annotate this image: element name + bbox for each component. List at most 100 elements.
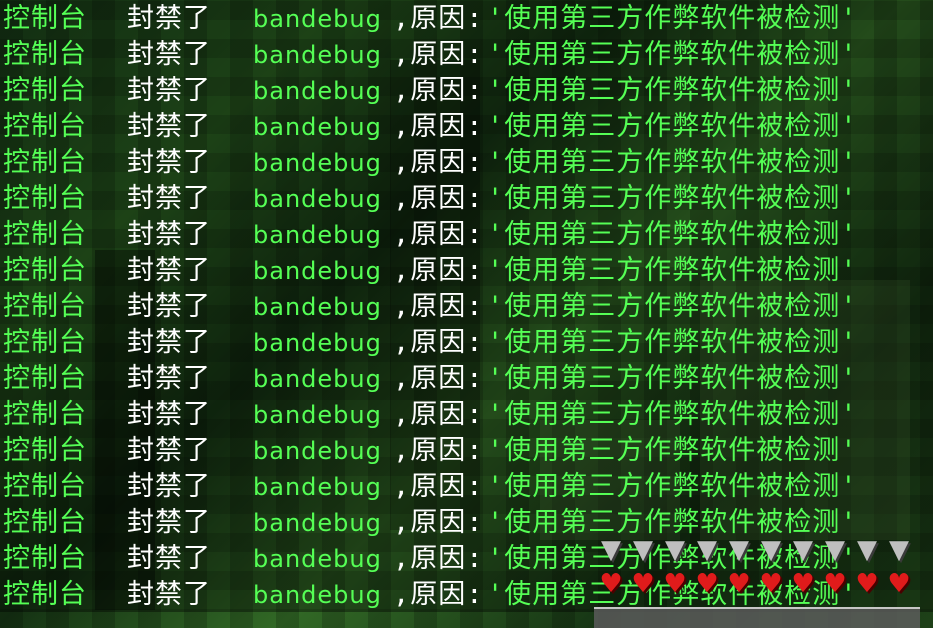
- chat-player-name: bandebug: [253, 581, 382, 609]
- chat-action-banned: 封禁了: [127, 291, 211, 322]
- chestplate-icon: ▼: [665, 535, 685, 565]
- chat-action-banned: 封禁了: [127, 75, 211, 106]
- chat-action-banned: 封禁了: [127, 219, 211, 250]
- heart-icon: ♥: [855, 569, 879, 599]
- chat-reason-label: ,原因:: [393, 327, 484, 358]
- chat-player-name: bandebug: [253, 221, 382, 249]
- chat-reason-text: '使用第三方作弊软件被检测': [487, 183, 858, 214]
- game-world-background: 控制台 封禁了 bandebug ,原因: '使用第三方作弊软件被检测' 控制台 封禁了 ba…: [0, 0, 933, 628]
- chat-reason-label: ,原因:: [393, 75, 484, 106]
- chestplate-icon: ▼: [729, 535, 749, 565]
- chat-reason-label: ,原因:: [393, 183, 484, 214]
- chat-sender-console: 控制台: [3, 291, 87, 322]
- chat-player-name: bandebug: [253, 113, 382, 141]
- chat-action-banned: 封禁了: [127, 39, 211, 70]
- chat-player-name: bandebug: [253, 77, 382, 105]
- chat-action-banned: 封禁了: [127, 3, 211, 34]
- chat-sender-console: 控制台: [3, 471, 87, 502]
- chat-sender-console: 控制台: [3, 219, 87, 250]
- chat-message: 控制台 封禁了 bandebug ,原因: '使用第三方作弊软件被检测': [3, 397, 933, 433]
- chat-action-banned: 封禁了: [127, 147, 211, 178]
- chat-action-banned: 封禁了: [127, 183, 211, 214]
- chat-reason-label: ,原因:: [393, 3, 484, 34]
- chat-sender-console: 控制台: [3, 543, 87, 574]
- chat-reason-label: ,原因:: [393, 435, 484, 466]
- chat-player-name: bandebug: [253, 545, 382, 573]
- chat-reason-text: '使用第三方作弊软件被检测': [487, 399, 858, 430]
- chat-reason-label: ,原因:: [393, 255, 484, 286]
- chat-sender-console: 控制台: [3, 147, 87, 178]
- chat-message: 控制台 封禁了 bandebug ,原因: '使用第三方作弊软件被检测': [3, 1, 933, 37]
- chat-reason-label: ,原因:: [393, 507, 484, 538]
- chat-reason-label: ,原因:: [393, 219, 484, 250]
- chat-reason-text: '使用第三方作弊软件被检测': [487, 435, 858, 466]
- chat-message: 控制台 封禁了 bandebug ,原因: '使用第三方作弊软件被检测': [3, 289, 933, 325]
- chat-reason-label: ,原因:: [393, 291, 484, 322]
- chestplate-icon: ▼: [857, 535, 877, 565]
- chat-sender-console: 控制台: [3, 507, 87, 538]
- chat-reason-text: '使用第三方作弊软件被检测': [487, 39, 858, 70]
- chestplate-icon: ▼: [889, 535, 909, 565]
- chat-sender-console: 控制台: [3, 255, 87, 286]
- chat-message: 控制台 封禁了 bandebug ,原因: '使用第三方作弊软件被检测': [3, 109, 933, 145]
- chat-sender-console: 控制台: [3, 3, 87, 34]
- chestplate-icon: ▼: [793, 535, 813, 565]
- heart-icon: ♥: [663, 569, 687, 599]
- chat-player-name: bandebug: [253, 437, 382, 465]
- chestplate-icon: ▼: [633, 535, 653, 565]
- chat-sender-console: 控制台: [3, 111, 87, 142]
- chat-reason-text: '使用第三方作弊软件被检测': [487, 219, 858, 250]
- heart-icon: ♥: [791, 569, 815, 599]
- chat-message: 控制台 封禁了 bandebug ,原因: '使用第三方作弊软件被检测': [3, 325, 933, 361]
- heart-icon: ♥: [599, 569, 623, 599]
- heart-icon: ♥: [759, 569, 783, 599]
- chat-sender-console: 控制台: [3, 183, 87, 214]
- chat-reason-text: '使用第三方作弊软件被检测': [487, 471, 858, 502]
- chat-action-banned: 封禁了: [127, 543, 211, 574]
- chat-reason-text: '使用第三方作弊软件被检测': [487, 291, 858, 322]
- chat-sender-console: 控制台: [3, 435, 87, 466]
- chat-action-banned: 封禁了: [127, 255, 211, 286]
- chestplate-icon: ▼: [601, 535, 621, 565]
- chat-reason-text: '使用第三方作弊软件被检测': [487, 327, 858, 358]
- chat-reason-text: '使用第三方作弊软件被检测': [487, 75, 858, 106]
- chat-player-name: bandebug: [253, 293, 382, 321]
- chat-reason-label: ,原因:: [393, 399, 484, 430]
- chat-action-banned: 封禁了: [127, 363, 211, 394]
- chat-player-name: bandebug: [253, 41, 382, 69]
- chat-reason-text: '使用第三方作弊软件被检测': [487, 3, 858, 34]
- chat-action-banned: 封禁了: [127, 507, 211, 538]
- chat-action-banned: 封禁了: [127, 327, 211, 358]
- chat-message: 控制台 封禁了 bandebug ,原因: '使用第三方作弊软件被检测': [3, 181, 933, 217]
- chat-reason-text: '使用第三方作弊软件被检测': [487, 255, 858, 286]
- chat-reason-label: ,原因:: [393, 39, 484, 70]
- chat-message: 控制台 封禁了 bandebug ,原因: '使用第三方作弊软件被检测': [3, 433, 933, 469]
- chat-reason-text: '使用第三方作弊软件被检测': [487, 147, 858, 178]
- chat-player-name: bandebug: [253, 401, 382, 429]
- hotbar[interactable]: [594, 607, 920, 628]
- chat-reason-text: '使用第三方作弊软件被检测': [487, 363, 858, 394]
- health-bar: ♥ ♥ ♥ ♥ ♥ ♥ ♥ ♥ ♥ ♥: [596, 570, 918, 600]
- chat-action-banned: 封禁了: [127, 111, 211, 142]
- heart-icon: ♥: [887, 569, 911, 599]
- chat-player-name: bandebug: [253, 509, 382, 537]
- armor-bar: ▼ ▼ ▼ ▼ ▼ ▼ ▼ ▼ ▼ ▼: [596, 536, 918, 566]
- heart-icon: ♥: [631, 569, 655, 599]
- chat-reason-label: ,原因:: [393, 111, 484, 142]
- chat-action-banned: 封禁了: [127, 435, 211, 466]
- chat-reason-label: ,原因:: [393, 147, 484, 178]
- chat-reason-label: ,原因:: [393, 363, 484, 394]
- chat-player-name: bandebug: [253, 149, 382, 177]
- chat-sender-console: 控制台: [3, 327, 87, 358]
- chestplate-icon: ▼: [697, 535, 717, 565]
- chat-sender-console: 控制台: [3, 39, 87, 70]
- chat-action-banned: 封禁了: [127, 399, 211, 430]
- chat-sender-console: 控制台: [3, 399, 87, 430]
- chat-reason-text: '使用第三方作弊软件被检测': [487, 111, 858, 142]
- chat-sender-console: 控制台: [3, 363, 87, 394]
- chat-message: 控制台 封禁了 bandebug ,原因: '使用第三方作弊软件被检测': [3, 37, 933, 73]
- chat-message: 控制台 封禁了 bandebug ,原因: '使用第三方作弊软件被检测': [3, 361, 933, 397]
- heart-icon: ♥: [695, 569, 719, 599]
- chat-reason-label: ,原因:: [393, 543, 484, 574]
- chat-sender-console: 控制台: [3, 579, 87, 610]
